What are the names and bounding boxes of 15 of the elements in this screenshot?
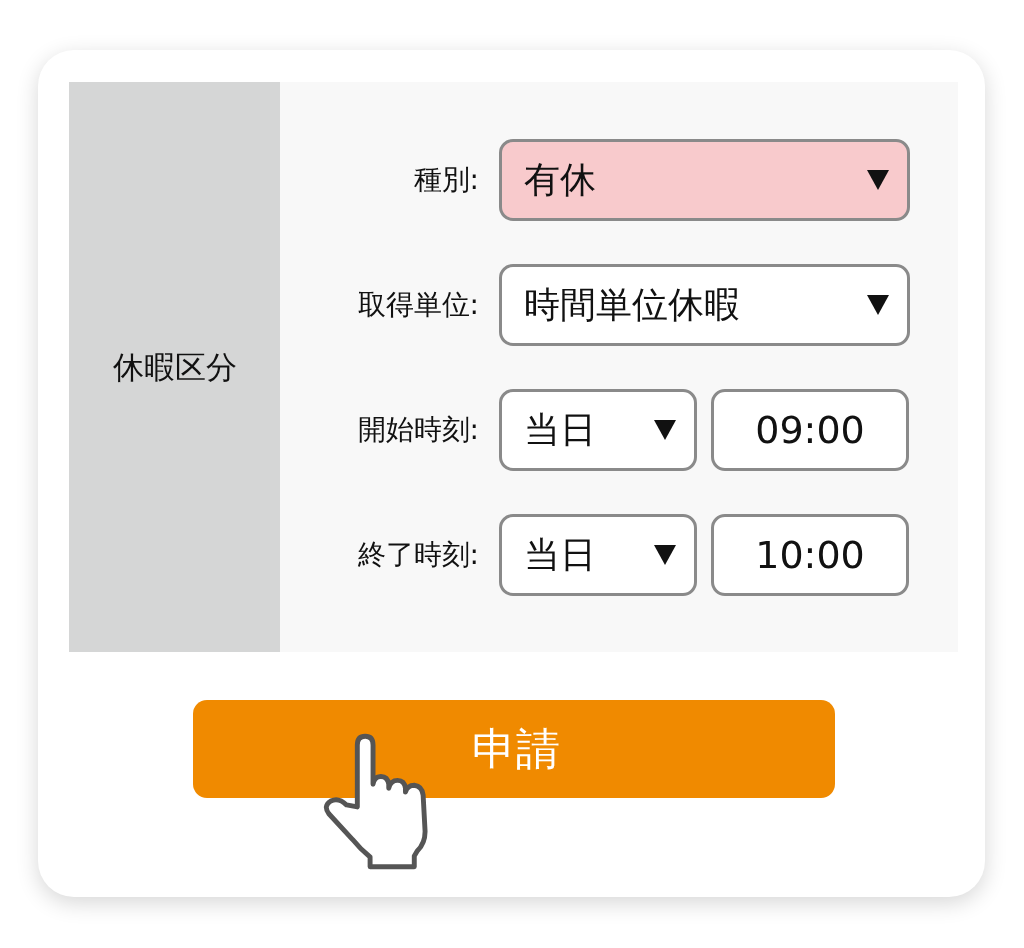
caret-icon bbox=[867, 170, 889, 190]
dropdown-select[interactable]: 当日 bbox=[499, 514, 697, 596]
caret-icon bbox=[654, 545, 676, 565]
field-label: 終了時刻: bbox=[356, 537, 479, 573]
time-field[interactable]: 09:00 bbox=[711, 389, 909, 471]
time-field[interactable]: 10:00 bbox=[711, 514, 909, 596]
caret-icon bbox=[867, 295, 889, 315]
section-header: 休暇区分 bbox=[69, 82, 280, 652]
dropdown-select[interactable]: 有休 bbox=[499, 139, 910, 221]
dropdown-select[interactable]: 時間単位休暇 bbox=[499, 264, 910, 346]
caret-icon bbox=[654, 420, 676, 440]
field-label: 種別: bbox=[412, 162, 479, 198]
field-label: 取得単位: bbox=[356, 287, 479, 323]
dropdown-select[interactable]: 当日 bbox=[499, 389, 697, 471]
field-label: 開始時刻: bbox=[356, 412, 479, 448]
